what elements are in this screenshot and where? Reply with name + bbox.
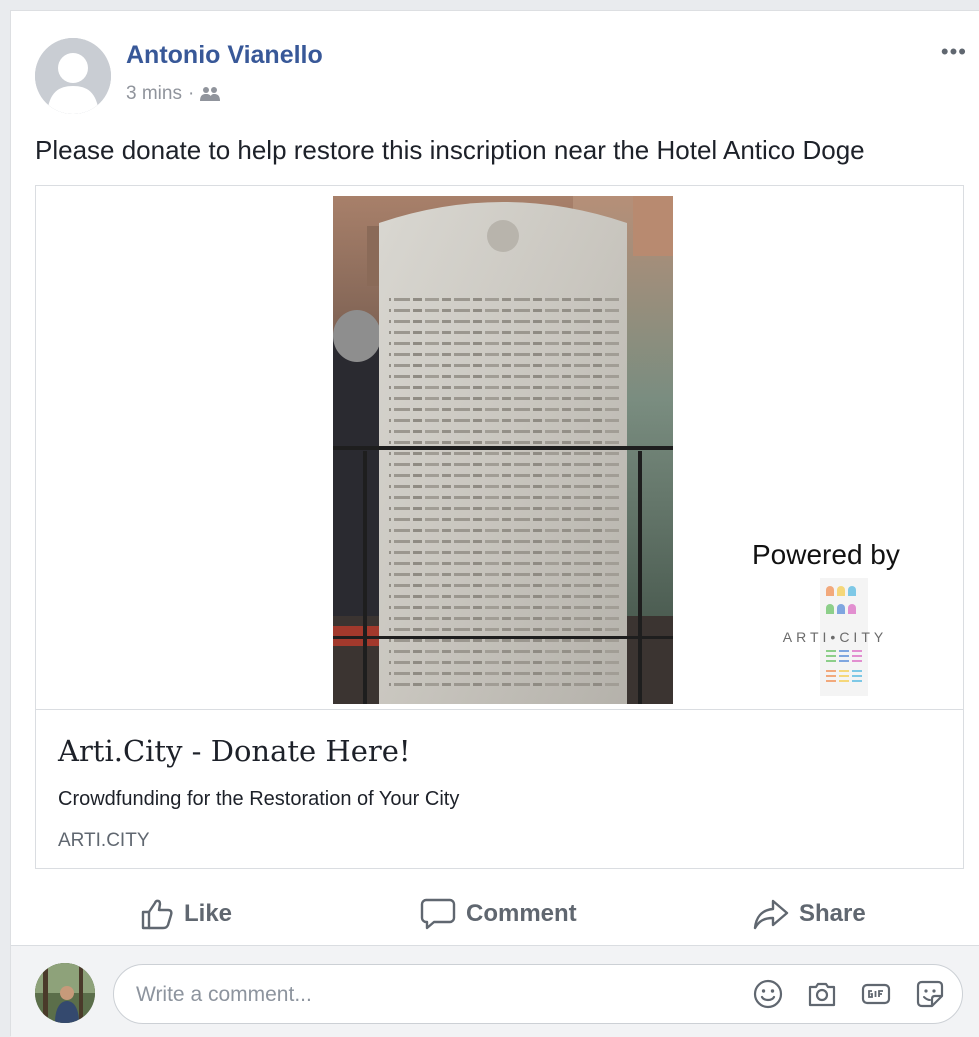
inscription-photo — [333, 196, 673, 704]
default-avatar-icon — [35, 38, 111, 114]
comment-label: Comment — [466, 900, 577, 927]
post-time[interactable]: 3 mins — [126, 83, 182, 105]
articity-logo-text: ARTI•CITY — [782, 629, 888, 645]
user-photo-icon — [35, 963, 95, 1023]
comment-input[interactable] — [134, 965, 738, 1025]
sticker-icon[interactable] — [914, 978, 946, 1010]
link-domain: ARTI.CITY — [58, 830, 150, 851]
post-message: Please donate to help restore this inscr… — [35, 135, 865, 165]
camera-icon[interactable] — [806, 978, 838, 1010]
feed-post: Antonio Vianello 3 mins · ••• Please don… — [10, 10, 979, 1037]
author-avatar[interactable] — [35, 38, 111, 114]
author-name[interactable]: Antonio Vianello — [126, 41, 323, 70]
meta-separator: · — [187, 83, 195, 104]
share-arrow-icon — [753, 899, 789, 930]
link-preview-card[interactable]: Powered by ARTI•CITY Arti.City - Donate … — [35, 185, 964, 869]
share-label: Share — [799, 900, 866, 927]
comment-button[interactable]: Comment — [420, 883, 577, 945]
current-user-avatar[interactable] — [35, 963, 95, 1023]
comment-box — [113, 964, 963, 1025]
comment-composer — [11, 946, 979, 1037]
share-button[interactable]: Share — [753, 883, 866, 945]
link-preview-image[interactable]: Powered by ARTI•CITY — [36, 186, 963, 710]
emoji-icon[interactable] — [752, 978, 784, 1010]
post-actions-bar: Like Comment Share — [11, 883, 979, 946]
like-button[interactable]: Like — [140, 883, 232, 945]
link-description: Crowdfunding for the Restoration of Your… — [58, 788, 460, 810]
comment-tools — [752, 965, 946, 1023]
friends-icon[interactable] — [200, 86, 221, 102]
post-options-button[interactable]: ••• — [941, 39, 967, 65]
like-label: Like — [184, 900, 233, 927]
articity-logo: ARTI•CITY — [774, 578, 896, 696]
powered-by-label: Powered by — [752, 539, 900, 570]
post-meta: 3 mins · — [126, 83, 221, 105]
gif-icon[interactable] — [860, 978, 892, 1010]
thumbs-up-icon — [141, 899, 173, 930]
link-title[interactable]: Arti.City - Donate Here! — [58, 734, 411, 768]
speech-bubble-icon — [420, 898, 456, 930]
